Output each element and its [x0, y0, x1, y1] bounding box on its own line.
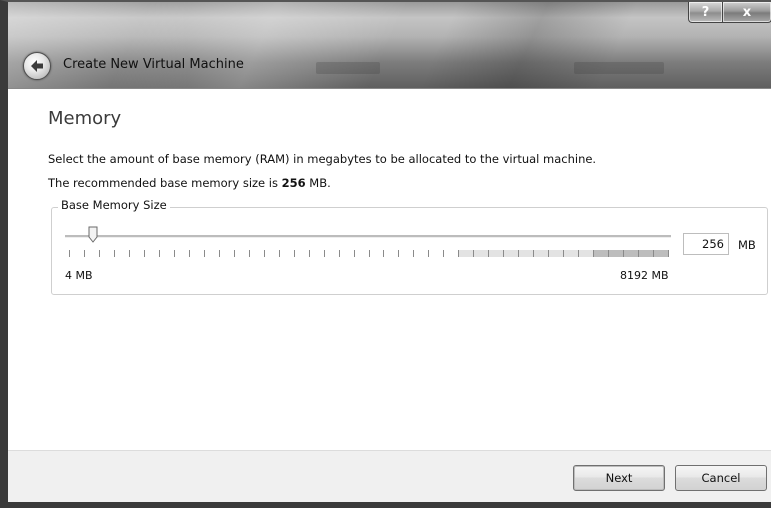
close-button[interactable]: x [723, 2, 771, 23]
title-bar-glare [102, 2, 414, 102]
slider-min-label: 4 MB [65, 269, 93, 282]
recommendation-prefix: The recommended base memory size is [48, 176, 282, 190]
recommendation-text: The recommended base memory size is 256 … [48, 176, 331, 190]
memory-slider-handle[interactable] [88, 226, 98, 243]
wizard-page: Memory Select the amount of base memory … [8, 88, 771, 451]
page-description: Select the amount of base memory (RAM) i… [48, 152, 597, 166]
background-blur [316, 62, 380, 74]
background-blur [574, 62, 664, 74]
back-button[interactable] [23, 52, 51, 80]
help-icon: ? [701, 4, 710, 20]
memory-unit-label: MB [738, 238, 756, 252]
help-button[interactable]: ? [688, 2, 723, 23]
window-title: Create New Virtual Machine [63, 57, 244, 72]
close-icon: x [742, 4, 752, 20]
recommended-value: 256 [281, 176, 306, 190]
recommendation-suffix: MB. [305, 176, 331, 190]
page-title: Memory [48, 108, 122, 129]
title-bar-shadow [412, 2, 644, 102]
memory-slider-track[interactable] [65, 235, 671, 238]
next-button[interactable]: Next [573, 465, 665, 491]
memory-size-input[interactable] [683, 233, 729, 255]
group-box-title: Base Memory Size [58, 198, 170, 212]
button-bar: Next Cancel [8, 450, 771, 502]
slider-ticks [69, 250, 669, 257]
window-controls: ? x [688, 2, 771, 24]
dialog-window: ? x Create New Virtual Machine Memory Se… [0, 0, 771, 508]
back-arrow-icon [31, 60, 43, 72]
cancel-button[interactable]: Cancel [675, 465, 767, 491]
title-bar: ? x Create New Virtual Machine [8, 2, 771, 102]
slider-max-label: 8192 MB [620, 269, 669, 282]
